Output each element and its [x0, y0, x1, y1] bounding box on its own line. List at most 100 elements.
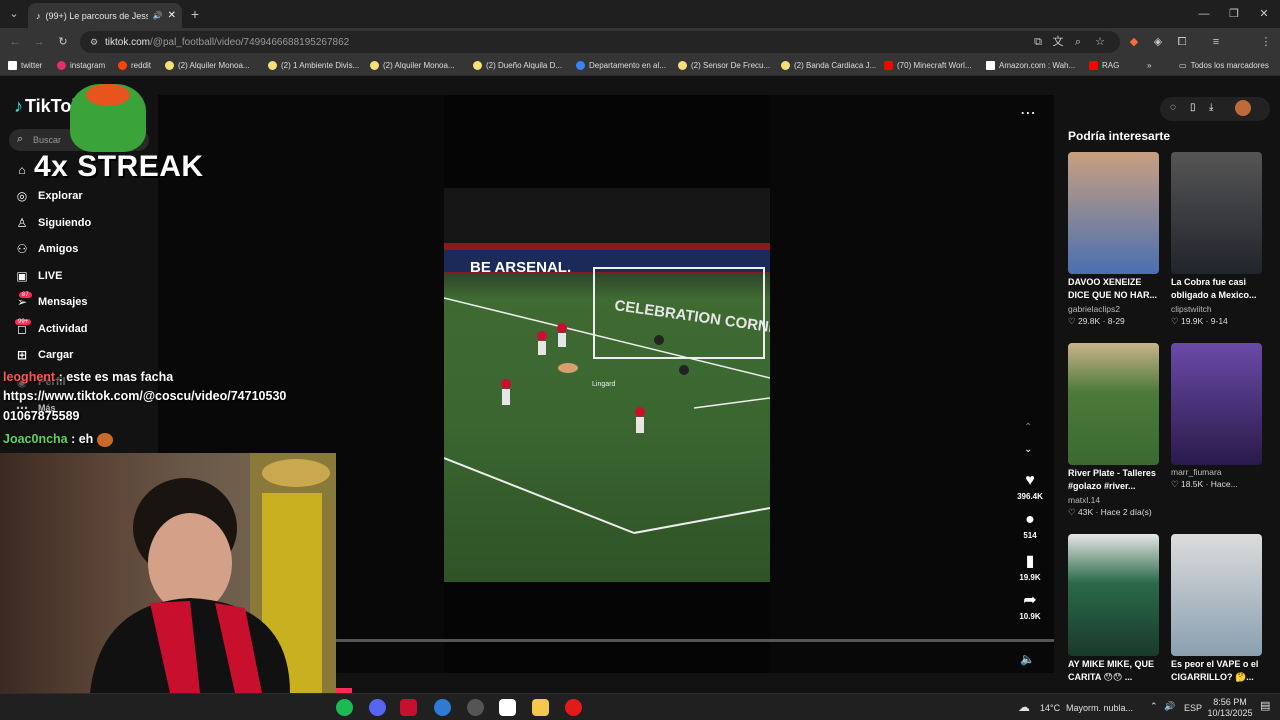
recommendation-card[interactable]: marr_fiumara ♡ 18.5K · Hace...: [1171, 343, 1262, 490]
bookmark-item[interactable]: Departamento en al...: [576, 61, 666, 70]
back-icon[interactable]: ←: [7, 34, 23, 50]
recommendations-panel: ◌ ▯ ⤓ Podría interesarte DAVOO XENEIZE D…: [1054, 76, 1280, 693]
speaker-icon[interactable]: 🔊: [1164, 701, 1175, 712]
bookmark-item[interactable]: (2) Alquiler Monoa...: [165, 61, 250, 70]
nav-cargar[interactable]: ⊞ Cargar: [14, 347, 74, 363]
scroll-down-icon[interactable]: ⌄: [1024, 444, 1032, 455]
bookmark-item[interactable]: RAG: [1089, 61, 1119, 70]
card-thumbnail: [1171, 343, 1262, 465]
download-icon[interactable]: ⤓: [1209, 102, 1213, 113]
bookmark-item[interactable]: (2) Sensor De Frecu...: [678, 61, 770, 70]
bookmark-favicon-icon: [268, 61, 277, 70]
chrome-icon[interactable]: [434, 699, 451, 716]
scroll-up-icon[interactable]: ⌃: [1024, 422, 1032, 433]
zoom-icon[interactable]: ⌕: [1070, 34, 1086, 50]
capcut-icon[interactable]: [499, 699, 516, 716]
heart-outline-icon: ♡: [1068, 316, 1078, 326]
reading-list-icon[interactable]: ≡: [1208, 34, 1224, 50]
coin-icon[interactable]: ◌: [1170, 102, 1176, 113]
video-content[interactable]: BE ARSENAL. CELEBRATION CORNER Lingard: [444, 188, 770, 582]
tab-audio-icon[interactable]: 🔊: [153, 11, 163, 20]
bookmarks-overflow-icon[interactable]: »: [1147, 61, 1151, 70]
live-icon: ▣: [16, 269, 28, 283]
bookmark-item[interactable]: instagram: [57, 61, 105, 70]
recommendation-card[interactable]: La Cobra fue casi obligado a Mexico... c…: [1171, 152, 1262, 327]
bookmark-favicon-icon: [884, 61, 893, 70]
volume-icon[interactable]: 🔈: [1020, 652, 1035, 666]
card-stats: ♡ 18.5K · Hace...: [1171, 479, 1238, 489]
tab-close-icon[interactable]: ✕: [168, 10, 182, 21]
reload-icon[interactable]: ↻: [55, 34, 71, 50]
bookmark-item[interactable]: (70) Minecraft Worl...: [884, 61, 972, 70]
chrome-menu-icon[interactable]: ⋮: [1258, 34, 1274, 50]
comment-button[interactable]: ● 514: [1012, 511, 1048, 540]
like-button[interactable]: ♥ 396.4K: [1012, 472, 1048, 501]
bookmark-item[interactable]: twitter: [8, 61, 42, 70]
save-button[interactable]: ▮ 19.9K: [1012, 551, 1048, 582]
bookmark-item[interactable]: reddit: [118, 61, 151, 70]
forward-icon[interactable]: →: [31, 34, 47, 50]
nav-live[interactable]: ▣ LIVE: [14, 268, 62, 284]
browser-tab[interactable]: ♪ (99+) Le parcours de Jesse L 🔊 ✕: [28, 3, 182, 28]
close-window-icon[interactable]: ✕: [1256, 6, 1272, 22]
obs-icon[interactable]: [467, 699, 484, 716]
card-thumbnail: [1068, 152, 1159, 274]
extension-icon[interactable]: ◆: [1126, 34, 1142, 50]
bookmark-item[interactable]: (2) 1 Ambiente Divis...: [268, 61, 359, 70]
chat-message: https://www.tiktok.com/@coscu/video/7471…: [3, 389, 287, 403]
minimize-icon[interactable]: —: [1196, 6, 1212, 22]
clock-time[interactable]: 8:56 PM: [1210, 697, 1250, 707]
card-author: gabrielaclips2: [1068, 304, 1120, 314]
nav-amigos[interactable]: ⚇ Amigos: [14, 241, 79, 257]
nav-siguiendo[interactable]: ♙ Siguiendo: [14, 215, 92, 231]
notifications-icon[interactable]: ▤: [1260, 699, 1270, 712]
clock-date[interactable]: 10/13/2025: [1204, 708, 1256, 718]
tray-expand-icon[interactable]: ⌃: [1150, 701, 1158, 712]
cast-icon[interactable]: ⧉: [1030, 34, 1046, 50]
nav-home[interactable]: ⌂: [14, 162, 30, 178]
card-stats: ♡ 29.8K · 8-29: [1068, 316, 1125, 326]
tiktok-overlay-bar: [336, 688, 352, 693]
tab-search-icon[interactable]: ⌄: [6, 6, 22, 22]
extension-2-icon[interactable]: ◈: [1150, 34, 1166, 50]
language-indicator[interactable]: ESP: [1184, 703, 1202, 713]
new-tab-icon[interactable]: +: [187, 6, 203, 22]
restore-icon[interactable]: ❐: [1226, 6, 1242, 22]
bookmark-item[interactable]: (2) Banda Cardiaca J...: [781, 61, 876, 70]
browser-tab-bar: ⌄ ♪ (99+) Le parcours de Jesse L 🔊 ✕ + —…: [0, 0, 1280, 28]
activity-badge: 99+: [15, 319, 32, 325]
spotify-icon[interactable]: [336, 699, 353, 716]
weather-icon[interactable]: ☁: [1018, 700, 1030, 714]
recommendation-card[interactable]: River Plate - Talleres #golazo #river...…: [1068, 343, 1159, 518]
user-avatar[interactable]: [1235, 100, 1251, 116]
windows-taskbar: ☁ 14°C Mayorm. nubla... ⌃ 🔊 ESP 8:56 PM …: [0, 688, 1280, 720]
opera-icon[interactable]: [565, 699, 582, 716]
bookmark-favicon-icon: [165, 61, 174, 70]
app-icon[interactable]: [400, 699, 417, 716]
recommendation-card[interactable]: DAVOO XENEIZE DICE QUE NO HAR... gabriel…: [1068, 152, 1159, 327]
address-bar[interactable]: ⚙ tiktok.com/@pal_football/video/7499466…: [80, 31, 1120, 53]
bookmark-item[interactable]: (2) Dueño Alquila D...: [473, 61, 562, 70]
translate-icon[interactable]: 文: [1050, 34, 1066, 50]
more-options-icon[interactable]: ⋯: [1020, 103, 1036, 123]
bookmark-favicon-icon: [8, 61, 17, 70]
bookmark-star-icon[interactable]: ☆: [1092, 34, 1108, 50]
video-caption: Lingard: [592, 381, 616, 388]
share-button[interactable]: ➦ 10.9K: [1012, 590, 1048, 621]
chat-message: 01067875589: [3, 409, 80, 423]
all-bookmarks[interactable]: ▭ Todos los marcadores: [1179, 61, 1269, 70]
heart-outline-icon: ♡: [1171, 479, 1181, 489]
bookmark-item[interactable]: Amazon.com : Wah...: [986, 61, 1075, 70]
home-icon: ⌂: [18, 163, 26, 177]
nav-explorar[interactable]: ◎ Explorar: [14, 188, 83, 204]
recommendation-card[interactable]: AY MIKE MIKE, QUE CARITA 😯😯 ...: [1068, 534, 1159, 684]
device-icon[interactable]: ▯: [1190, 102, 1196, 113]
discord-icon[interactable]: [369, 699, 386, 716]
recommendation-card[interactable]: Es peor el VAPE o el CIGARRILLO? 🤔...: [1171, 534, 1262, 684]
file-explorer-icon[interactable]: [532, 699, 549, 716]
streamer-webcam-image: [90, 453, 336, 693]
site-info-icon[interactable]: ⚙: [86, 34, 102, 50]
friends-icon: ⚇: [16, 242, 28, 256]
extensions-puzzle-icon[interactable]: ⧠: [1174, 34, 1190, 50]
bookmark-item[interactable]: (2) Alquiler Monoa...: [370, 61, 455, 70]
